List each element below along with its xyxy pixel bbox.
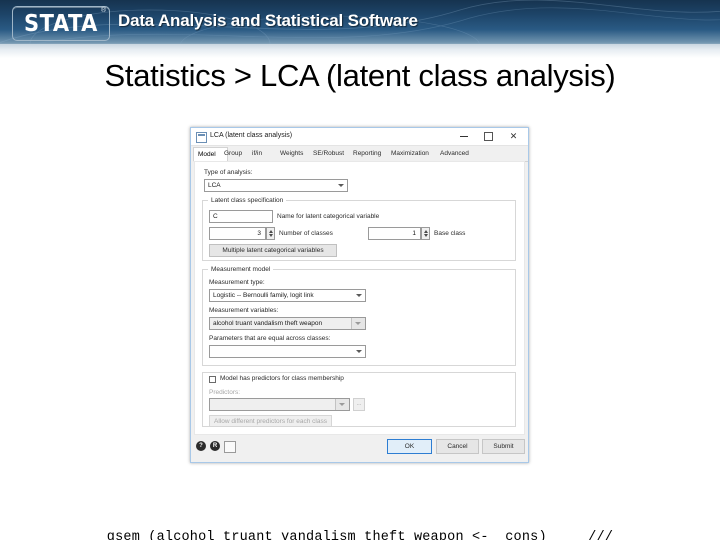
latent-variable-name-input[interactable]: C (209, 210, 273, 223)
class-membership-checkbox[interactable] (209, 376, 216, 383)
number-of-classes-value: 3 (257, 230, 261, 237)
base-class-input[interactable]: 1 (368, 227, 421, 240)
close-button[interactable]: ✕ (501, 128, 526, 145)
type-of-analysis-select[interactable]: LCA (204, 179, 348, 192)
measurement-variables-label: Measurement variables: (209, 307, 279, 314)
dialog-title: LCA (latent class analysis) (210, 132, 293, 139)
dialog-body: Type of analysis: LCA Latent class speci… (194, 161, 525, 435)
multiple-latent-variables-button[interactable]: Multiple latent categorical variables (209, 244, 337, 257)
banner-fade (0, 44, 720, 58)
equal-parameters-select[interactable] (209, 345, 366, 358)
dialog-titlebar: LCA (latent class analysis) ✕ (191, 128, 528, 146)
dialog-window-icon (196, 132, 207, 143)
latent-variable-name-label: Name for latent categorical variable (277, 213, 380, 220)
latent-class-specification-title: Latent class specification (208, 197, 287, 204)
base-class-label: Base class (434, 230, 466, 237)
chevron-down-icon (356, 350, 362, 353)
number-of-classes-input[interactable]: 3 (209, 227, 266, 240)
chevron-down-icon (339, 403, 345, 406)
number-of-classes-stepper[interactable] (266, 227, 275, 240)
reset-icon[interactable]: R (210, 441, 220, 451)
command-line-1: gsem (alcohol truant vandalism theft wea… (106, 530, 614, 540)
stata-logo: STATA (12, 6, 110, 41)
stata-command-block: gsem (alcohol truant vandalism theft wea… (0, 488, 720, 540)
predictors-label: Predictors: (209, 389, 241, 396)
lca-dialog-window: LCA (latent class analysis) ✕ Model Grou… (190, 127, 529, 463)
submit-button[interactable]: Submit (482, 439, 525, 454)
slide-canvas: STATA ® Data Analysis and Statistical So… (0, 0, 720, 540)
measurement-type-value: Logistic -- Bernoulli family, logit link (213, 292, 314, 299)
tab-if-in[interactable]: if/in (248, 147, 276, 160)
type-of-analysis-label: Type of analysis: (204, 169, 253, 176)
registered-mark: ® (101, 7, 107, 14)
cancel-button[interactable]: Cancel (436, 439, 479, 454)
dialog-tabs: Model Group if/in Weights SE/Robust Repo… (193, 147, 528, 162)
chevron-down-icon (338, 184, 344, 187)
class-membership-checkbox-label: Model has predictors for class membershi… (220, 375, 344, 382)
stata-header-banner: STATA ® Data Analysis and Statistical So… (0, 0, 720, 48)
help-icon[interactable]: ? (196, 441, 206, 451)
chevron-down-icon (356, 294, 362, 297)
measurement-model-title: Measurement model (208, 266, 274, 273)
measurement-type-label: Measurement type: (209, 279, 265, 286)
allow-different-predictors-button[interactable]: Allow different predictors for each clas… (209, 415, 332, 427)
maximize-button[interactable] (476, 128, 501, 145)
page-title: Statistics > LCA (latent class analysis) (104, 58, 616, 93)
equal-parameters-label: Parameters that are equal across classes… (209, 335, 331, 342)
number-of-classes-label: Number of classes (279, 230, 333, 237)
measurement-type-select[interactable]: Logistic -- Bernoulli family, logit link (209, 289, 366, 302)
ok-button[interactable]: OK (387, 439, 432, 454)
copy-icon[interactable] (224, 441, 236, 453)
banner-tagline: Data Analysis and Statistical Software (118, 11, 418, 30)
latent-variable-name-value: C (213, 213, 218, 220)
stata-logo-text: STATA (24, 9, 98, 37)
dialog-footer: ? R OK Cancel Submit (191, 435, 528, 462)
tab-maximization[interactable]: Maximization (387, 147, 442, 160)
predictors-select[interactable] (209, 398, 350, 411)
measurement-variables-select[interactable]: alcohol truant vandalism theft weapon (209, 317, 366, 330)
measurement-variables-value: alcohol truant vandalism theft weapon (213, 320, 323, 327)
base-class-value: 1 (412, 230, 416, 237)
type-of-analysis-value: LCA (208, 182, 221, 189)
minimize-button[interactable] (451, 128, 476, 145)
chevron-down-icon (355, 322, 361, 325)
base-class-stepper[interactable] (421, 227, 430, 240)
predictors-browse-button[interactable]: ... (353, 398, 365, 411)
tab-advanced[interactable]: Advanced (436, 147, 480, 160)
